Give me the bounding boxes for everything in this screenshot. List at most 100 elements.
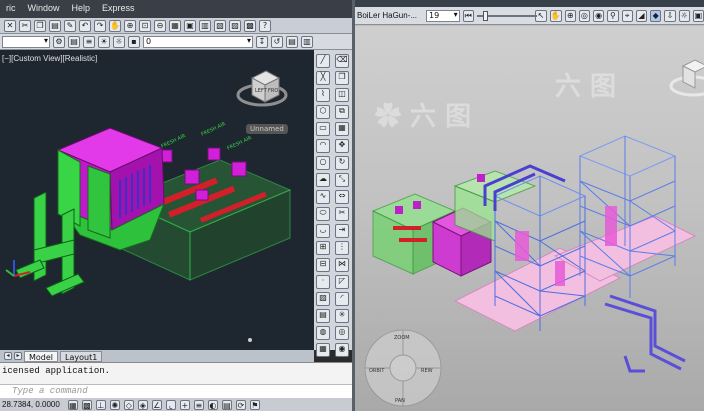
ducs-icon[interactable]: ⌞: [165, 399, 176, 410]
tab-prev-icon[interactable]: ◂: [4, 352, 12, 360]
command-input[interactable]: Type a command: [0, 384, 352, 398]
render-icon[interactable]: ◉: [335, 343, 349, 357]
make-current-icon[interactable]: ↧: [256, 35, 268, 48]
walk-icon[interactable]: ⚲: [607, 9, 619, 22]
zoom-icon-r[interactable]: ⊕: [564, 9, 576, 22]
sheet-set-icon[interactable]: ▧: [214, 19, 226, 32]
close-x-icon[interactable]: ✕: [4, 19, 16, 32]
transparency-icon[interactable]: ◐: [207, 399, 218, 410]
insert-block-icon[interactable]: ⊞: [316, 241, 330, 255]
join-icon[interactable]: ⋈: [335, 258, 349, 272]
step-back-icon[interactable]: ⏮: [462, 9, 474, 22]
make-block-icon[interactable]: ⊟: [316, 258, 330, 272]
workspace-icon[interactable]: ▤: [68, 35, 80, 48]
orbit-icon-r[interactable]: ◎: [578, 9, 591, 22]
spline-icon[interactable]: ∿: [316, 190, 330, 204]
help-icon[interactable]: ?: [259, 19, 271, 32]
render-style-icon[interactable]: ▣: [692, 9, 704, 22]
snap-icon[interactable]: ▦: [67, 399, 78, 410]
offset-icon[interactable]: ⧉: [335, 105, 349, 119]
workspace-dropdown[interactable]: [2, 35, 50, 48]
line-icon[interactable]: ╱: [316, 54, 330, 68]
3dosnap-icon[interactable]: ◈: [137, 399, 148, 410]
rotate-icon[interactable]: ↻: [335, 156, 349, 170]
cut-icon[interactable]: ✂: [19, 19, 31, 32]
tab-model[interactable]: Model: [24, 350, 59, 362]
ellipse-arc-icon[interactable]: ◡: [316, 224, 330, 238]
zoom-icon[interactable]: ⊕: [124, 19, 136, 32]
dyn-icon[interactable]: +: [179, 399, 190, 410]
scale-icon[interactable]: ⤡: [335, 173, 349, 187]
menu-item-express[interactable]: Express: [96, 0, 141, 13]
markup-icon[interactable]: ▨: [229, 19, 241, 32]
focus-icon[interactable]: ⌖: [621, 9, 633, 22]
point-icon[interactable]: ·: [316, 275, 330, 289]
model-viewport[interactable]: [−][Custom View][Realistic] LEFT FRO FRE…: [0, 50, 314, 350]
table-icon[interactable]: ▦: [316, 343, 330, 357]
region-icon[interactable]: ◍: [316, 326, 330, 340]
layer-dropdown[interactable]: 0: [143, 35, 253, 48]
explode-icon[interactable]: ✳: [335, 309, 349, 323]
gradient-icon[interactable]: ▤: [316, 309, 330, 323]
menu-item-window[interactable]: Window: [22, 0, 66, 13]
frame-dropdown[interactable]: 19: [426, 9, 460, 22]
tab-next-icon[interactable]: ▸: [14, 352, 22, 360]
zoom-previous-icon[interactable]: ⊖: [154, 19, 166, 32]
layer-state-icon[interactable]: ▤: [286, 35, 298, 48]
lineweight-icon[interactable]: ≡: [193, 399, 204, 410]
match-properties-icon[interactable]: ✎: [64, 19, 76, 32]
design-center-icon[interactable]: ▣: [184, 19, 196, 32]
menu-item-help[interactable]: Help: [66, 0, 97, 13]
layer-properties-icon[interactable]: ≡: [83, 35, 95, 48]
polyline-icon[interactable]: ⌇: [316, 88, 330, 102]
animation-slider[interactable]: [476, 10, 537, 21]
layer-previous-icon[interactable]: ↺: [271, 35, 283, 48]
annotation-monitor-icon[interactable]: ⚑: [249, 399, 260, 410]
undo-icon[interactable]: ↶: [79, 19, 91, 32]
erase-icon[interactable]: ⌫: [335, 54, 349, 68]
sun-icon[interactable]: ☼: [113, 35, 125, 48]
circle-icon[interactable]: ○: [316, 156, 330, 170]
settings-icon[interactable]: ⚙: [53, 35, 65, 48]
ortho-icon[interactable]: ⊥: [95, 399, 106, 410]
chamfer-icon[interactable]: ◸: [335, 275, 349, 289]
look-icon[interactable]: ◉: [593, 9, 605, 22]
selection-cycling-icon[interactable]: ⟳: [235, 399, 246, 410]
ellipse-icon[interactable]: ⬭: [316, 207, 330, 221]
arc-icon[interactable]: ◠: [316, 139, 330, 153]
break-icon[interactable]: ⋮: [335, 241, 349, 255]
hatch-icon[interactable]: ▨: [316, 292, 330, 306]
orbit-icon[interactable]: ◎: [335, 326, 349, 340]
perspective-icon[interactable]: ◢: [635, 9, 648, 22]
select-icon[interactable]: ↖: [535, 9, 547, 22]
move-icon[interactable]: ✥: [335, 139, 349, 153]
rectangle-icon[interactable]: ▭: [316, 122, 330, 136]
paste-icon[interactable]: ▤: [49, 19, 61, 32]
copy-object-icon[interactable]: ❐: [335, 71, 349, 85]
redo-icon[interactable]: ↷: [94, 19, 106, 32]
lighting-icon[interactable]: ☼: [678, 9, 690, 22]
calculator-icon[interactable]: ▩: [244, 19, 256, 32]
tab-layout1[interactable]: Layout1: [60, 350, 103, 362]
lock-icon[interactable]: ▪: [128, 35, 140, 48]
layer-isolate-icon[interactable]: ▥: [301, 35, 313, 48]
osnap-icon[interactable]: ◇: [123, 399, 134, 410]
otrack-icon[interactable]: ∠: [151, 399, 162, 410]
extend-icon[interactable]: ⇥: [335, 224, 349, 238]
realism-icon[interactable]: ◆: [650, 9, 662, 22]
properties-icon[interactable]: ▦: [169, 19, 181, 32]
lightbulb-icon[interactable]: ☀: [98, 35, 110, 48]
viewcube-ucs-label[interactable]: Unnamed: [246, 124, 288, 134]
revcloud-icon[interactable]: ☁: [316, 173, 330, 187]
mirror-icon[interactable]: ◫: [335, 88, 349, 102]
tool-palettes-icon[interactable]: ▥: [199, 19, 211, 32]
array-icon[interactable]: ▦: [335, 122, 349, 136]
gravity-icon[interactable]: ⇩: [664, 9, 676, 22]
construction-line-icon[interactable]: ╳: [316, 71, 330, 85]
quick-properties-icon[interactable]: ▤: [221, 399, 232, 410]
trim-icon[interactable]: ✂: [335, 207, 349, 221]
stretch-icon[interactable]: ⇔: [335, 190, 349, 204]
polygon-icon[interactable]: ⬡: [316, 105, 330, 119]
slider-handle[interactable]: [482, 10, 488, 21]
menu-item-ric[interactable]: ric: [0, 0, 22, 13]
